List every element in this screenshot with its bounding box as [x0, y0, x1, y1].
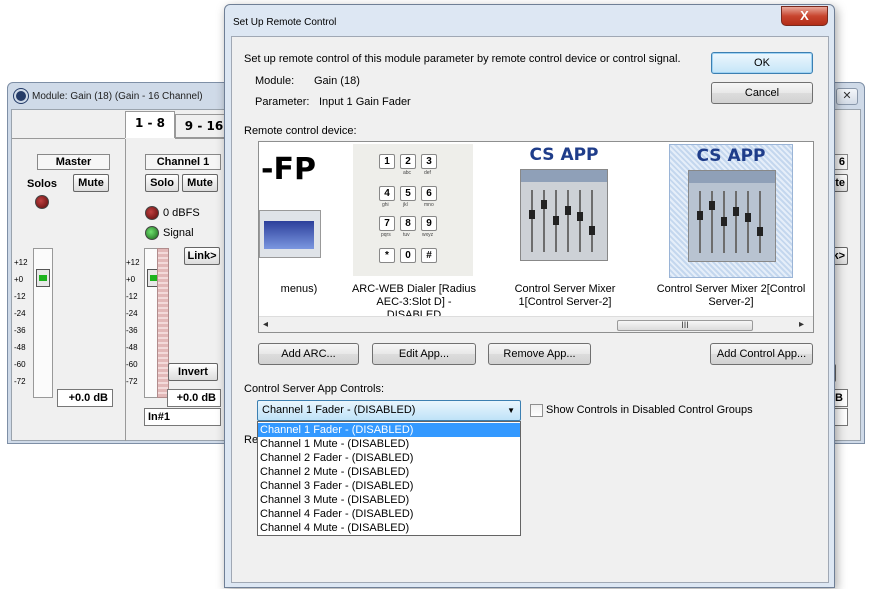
channel-1-header: Channel 1 — [145, 154, 221, 170]
dialer-key-9: 9 — [421, 216, 437, 231]
dialer-key-5: 5 — [400, 186, 416, 201]
master-header: Master — [37, 154, 110, 170]
cancel-button[interactable]: Cancel — [711, 82, 813, 104]
fp-screen-icon — [264, 221, 314, 249]
dropdown-option[interactable]: Channel 1 Mute - (DISABLED) — [258, 437, 520, 451]
device-item-arc-web-dialer[interactable]: 1 2 3 abc def 4 5 6 ghi jkl mno 7 8 9 pq… — [353, 144, 473, 276]
module-window-title: Module: Gain (18) (Gain - 16 Channel) — [32, 91, 203, 102]
dialer-key-3: 3 — [421, 154, 437, 169]
dialer-key-4: 4 — [379, 186, 395, 201]
edit-app-button[interactable]: Edit App... — [372, 343, 476, 365]
dbfs-label: 0 dBFS — [163, 207, 200, 219]
show-disabled-checkbox[interactable] — [530, 404, 543, 417]
dropdown-option[interactable]: Channel 4 Mute - (DISABLED) — [258, 521, 520, 535]
dialer-sub-mno: mno — [424, 202, 434, 208]
scroll-thumb[interactable]: III — [617, 320, 753, 331]
dialer-sub-jkl: jkl — [403, 202, 408, 208]
control-select[interactable]: Channel 1 Fader - (DISABLED) ▼ — [257, 400, 521, 421]
dialer-sub-abc: abc — [403, 170, 412, 176]
dropdown-option[interactable]: Channel 1 Fader - (DISABLED) — [258, 423, 520, 437]
device-label-cs-mixer-2: Control Server Mixer 2[Control Server-2] — [656, 283, 806, 308]
master-value-field[interactable]: +0.0 dB — [57, 389, 113, 407]
module-value: Gain (18) — [314, 75, 360, 87]
dialer-key-6: 6 — [421, 186, 437, 201]
mixer-1-image — [520, 169, 608, 261]
dialer-key-2: 2 — [400, 154, 416, 169]
device-fp-caption: -FP — [261, 152, 316, 187]
dialog-close-button[interactable]: X — [781, 6, 828, 26]
dialer-sub-tuv: tuv — [403, 232, 410, 238]
dropdown-option[interactable]: Channel 3 Fader - (DISABLED) — [258, 479, 520, 493]
mixer-2-image — [688, 170, 776, 262]
dialer-key-0: 0 — [400, 248, 416, 263]
solos-led-icon — [35, 195, 49, 209]
tab-underline — [12, 138, 125, 139]
parameter-value: Input 1 Gain Fader — [319, 96, 411, 108]
hidden-section-label-partial: Re — [244, 434, 259, 446]
signal-led-icon — [145, 226, 159, 240]
master-mute-button[interactable]: Mute — [73, 174, 109, 192]
solos-label: Solos — [27, 178, 57, 190]
show-disabled-label: Show Controls in Disabled Control Groups — [546, 404, 753, 416]
ok-button[interactable]: OK — [711, 52, 813, 74]
tab-1-8[interactable]: 1 - 8 — [125, 111, 175, 138]
channel-1-link-button[interactable]: Link> — [184, 247, 220, 265]
channel-1-value-field[interactable]: +0.0 dB — [167, 389, 221, 407]
app-logo-icon — [14, 89, 28, 103]
control-select-value: Channel 1 Fader - (DISABLED) — [262, 404, 416, 416]
cs-app-caption-2: CS APP — [696, 146, 766, 166]
dropdown-option[interactable]: Channel 2 Fader - (DISABLED) — [258, 451, 520, 465]
dropdown-option[interactable]: Channel 3 Mute - (DISABLED) — [258, 493, 520, 507]
device-label-fp: menus) — [280, 283, 318, 295]
dialer-key-8: 8 — [400, 216, 416, 231]
cs-app-caption-1: CS APP — [529, 145, 599, 165]
device-item-fp[interactable]: -FP — [259, 142, 339, 282]
dropdown-option[interactable]: Channel 2 Mute - (DISABLED) — [258, 465, 520, 479]
dialer-sub-wxyz: wxyz — [422, 232, 434, 238]
controls-section-label: Control Server App Controls: — [244, 383, 385, 395]
remote-control-dialog: Set Up Remote Control X Set up remote co… — [224, 4, 835, 588]
module-label: Module: — [255, 75, 295, 87]
device-fp-image — [259, 210, 321, 258]
scroll-left-icon[interactable]: ◂ — [263, 319, 268, 330]
dialog-body: Set up remote control of this module par… — [231, 36, 829, 583]
module-window-close-button[interactable]: ✕ — [836, 88, 858, 105]
channel-1-name-field[interactable]: In#1 — [144, 408, 221, 426]
dialer-key-7: 7 — [379, 216, 395, 231]
device-item-cs-mixer-2[interactable]: CS APP — [669, 144, 793, 278]
device-item-cs-mixer-1[interactable]: CS APP — [504, 144, 624, 276]
chevron-down-icon: ▼ — [507, 406, 515, 415]
remove-app-button[interactable]: Remove App... — [488, 343, 591, 365]
control-dropdown-list[interactable]: Channel 1 Fader - (DISABLED) Channel 1 M… — [257, 421, 521, 536]
dialer-key-1: 1 — [379, 154, 395, 169]
channel-1-invert-button[interactable]: Invert — [168, 363, 218, 381]
device-label-cs-mixer-1: Control Server Mixer 1[Control Server-2] — [514, 283, 616, 308]
add-control-app-button[interactable]: Add Control App... — [710, 343, 813, 365]
dialer-sub-ghi: ghi — [382, 202, 389, 208]
channel-1-scale: +12 +0 -12 -24 -36 -48 -60 -72 — [126, 258, 140, 386]
scroll-right-icon[interactable]: ▸ — [799, 319, 804, 330]
clip-led-icon — [145, 206, 159, 220]
channel-1-mute-button[interactable]: Mute — [182, 174, 218, 192]
dialer-key-star: * — [379, 248, 395, 263]
dropdown-option[interactable]: Channel 4 Fader - (DISABLED) — [258, 507, 520, 521]
parameter-label: Parameter: — [255, 96, 310, 108]
add-arc-button[interactable]: Add ARC... — [258, 343, 359, 365]
dialer-key-hash: # — [421, 248, 437, 263]
master-fader-knob[interactable] — [36, 269, 50, 287]
dialer-sub-def: def — [424, 170, 431, 176]
signal-label: Signal — [163, 227, 194, 239]
device-section-label: Remote control device: — [244, 125, 357, 137]
device-list-hscrollbar[interactable]: ◂ III ▸ — [259, 316, 813, 332]
device-list-panel: -FP menus) 1 2 3 abc def 4 5 6 ghi jkl m… — [258, 141, 814, 333]
master-scale: +12 +0 -12 -24 -36 -48 -60 -72 — [14, 258, 28, 386]
dialer-sub-pqrs: pqrs — [381, 232, 391, 238]
channel-1-solo-button[interactable]: Solo — [145, 174, 179, 192]
dialog-title: Set Up Remote Control — [233, 17, 337, 28]
instruction-text: Set up remote control of this module par… — [244, 53, 681, 65]
